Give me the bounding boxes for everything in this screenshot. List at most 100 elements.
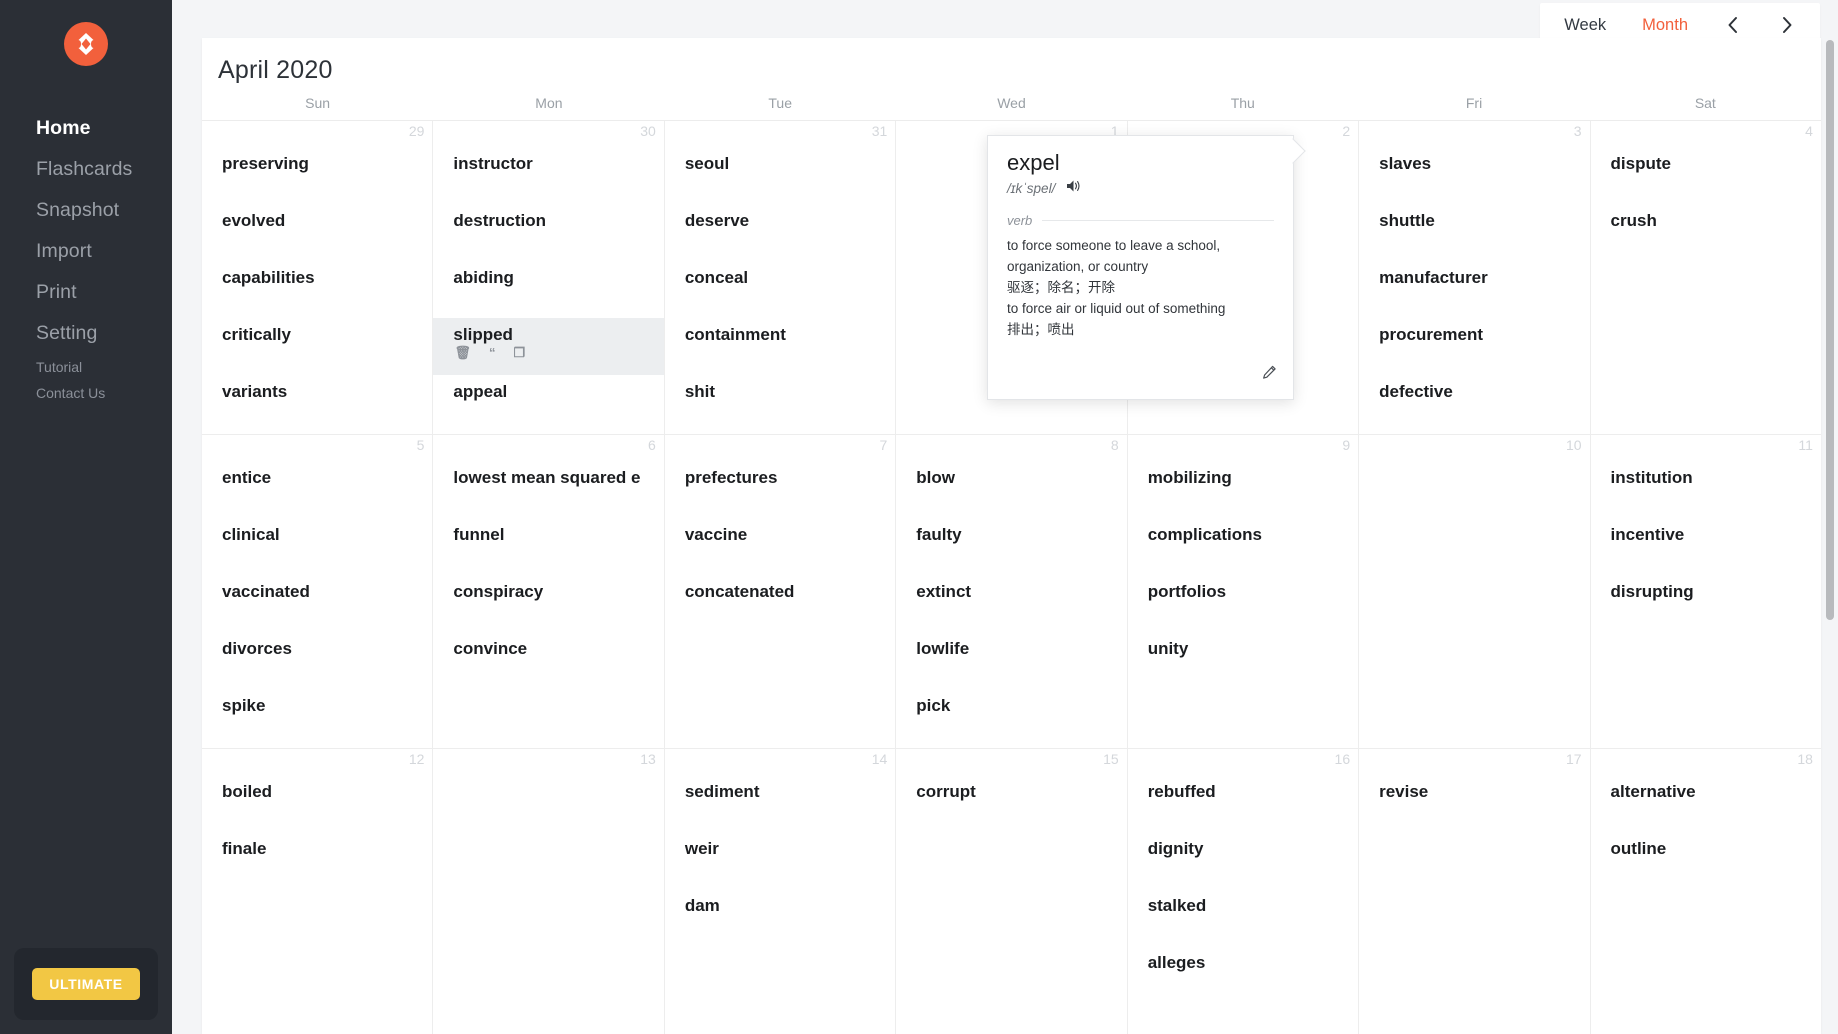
calendar-day-cell[interactable]: 3 slaves shuttle manufacturer procurement def… xyxy=(1359,121,1591,434)
word-item[interactable]: procurement xyxy=(1359,318,1589,375)
calendar-day-cell[interactable]: 5 entice clinical vaccinated divorces spike xyxy=(202,435,434,748)
word-item[interactable]: lowest mean squared e xyxy=(433,461,663,518)
word-item[interactable]: pick xyxy=(896,689,1126,746)
word-item[interactable]: entice xyxy=(202,461,432,518)
word-item[interactable]: unity xyxy=(1128,632,1358,689)
speaker-icon[interactable] xyxy=(1066,179,1082,198)
word-item[interactable]: containment xyxy=(665,318,895,375)
word-item[interactable]: critically xyxy=(202,318,432,375)
word-item[interactable]: seoul xyxy=(665,147,895,204)
sidebar-item-print[interactable]: Print xyxy=(0,272,172,313)
word-item[interactable]: extinct xyxy=(896,575,1126,632)
word-item[interactable]: crush xyxy=(1591,204,1821,261)
calendar-day-cell[interactable]: 30 instructor destruction abiding slipped 🗑 “❐… xyxy=(433,121,665,434)
word-item[interactable]: blow xyxy=(896,461,1126,518)
calendar-day-cell[interactable]: 14 sediment weir dam xyxy=(665,749,897,1034)
word-item[interactable]: defective xyxy=(1359,375,1589,432)
calendar-day-cell[interactable]: 17 revise xyxy=(1359,749,1591,1034)
calendar-day-cell[interactable]: 10 xyxy=(1359,435,1591,748)
word-item[interactable]: variants xyxy=(202,375,432,432)
word-item[interactable]: dispute xyxy=(1591,147,1821,204)
word-item[interactable]: mobilizing xyxy=(1128,461,1358,518)
quote-icon[interactable]: “ xyxy=(489,346,496,359)
word-item[interactable]: capabilities xyxy=(202,261,432,318)
word-item[interactable]: evolved xyxy=(202,204,432,261)
word-item[interactable]: boiled xyxy=(202,775,432,832)
word-item[interactable]: prefectures xyxy=(665,461,895,518)
word-item[interactable]: lowlife xyxy=(896,632,1126,689)
sidebar-item-home[interactable]: Home xyxy=(0,108,172,149)
trash-icon[interactable]: 🗑 xyxy=(454,346,471,359)
word-label: conspiracy xyxy=(453,582,544,601)
word-item[interactable]: disrupting xyxy=(1591,575,1821,632)
calendar-day-cell[interactable]: 12 boiled finale xyxy=(202,749,434,1034)
word-item[interactable]: faulty xyxy=(896,518,1126,575)
word-item[interactable]: preserving xyxy=(202,147,432,204)
word-label: outline xyxy=(1610,839,1667,858)
word-item[interactable]: finale xyxy=(202,832,432,889)
word-item[interactable]: clinical xyxy=(202,518,432,575)
sidebar-item-contact-us[interactable]: Contact Us xyxy=(0,380,172,406)
word-item[interactable]: revise xyxy=(1359,775,1589,832)
word-item[interactable]: spike xyxy=(202,689,432,746)
vertical-scrollbar[interactable] xyxy=(1826,40,1834,1034)
word-item[interactable]: alternative xyxy=(1591,775,1821,832)
word-item[interactable]: sediment xyxy=(665,775,895,832)
word-item[interactable]: concatenated xyxy=(665,575,895,632)
day-number: 4 xyxy=(1805,123,1813,139)
word-item[interactable]: incentive xyxy=(1591,518,1821,575)
calendar-day-cell[interactable]: 18 alternative outline xyxy=(1591,749,1821,1034)
word-item[interactable]: weir xyxy=(665,832,895,889)
word-item[interactable]: conceal xyxy=(665,261,895,318)
word-item[interactable]: conspiracy xyxy=(433,575,663,632)
calendar-day-cell[interactable]: 15 corrupt xyxy=(896,749,1128,1034)
word-item[interactable]: deserve xyxy=(665,204,895,261)
sidebar: Home Flashcards Snapshot Import Print Se… xyxy=(0,0,172,1034)
sidebar-item-flashcards[interactable]: Flashcards xyxy=(0,149,172,190)
calendar-day-cell[interactable]: 9 mobilizing complications portfolios unity xyxy=(1128,435,1360,748)
word-item[interactable]: dam xyxy=(665,889,895,946)
word-item[interactable]: manufacturer xyxy=(1359,261,1589,318)
word-item[interactable]: stalked xyxy=(1128,889,1358,946)
sidebar-item-import[interactable]: Import xyxy=(0,231,172,272)
word-item[interactable]: vaccine xyxy=(665,518,895,575)
copy-icon[interactable]: ❐ xyxy=(513,346,525,359)
word-item[interactable]: destruction xyxy=(433,204,663,261)
calendar-day-cell[interactable]: 6 lowest mean squared e funnel conspiracy co… xyxy=(433,435,665,748)
word-item[interactable]: instructor xyxy=(433,147,663,204)
word-item[interactable]: vaccinated xyxy=(202,575,432,632)
word-item[interactable]: alleges xyxy=(1128,946,1358,1003)
pencil-icon[interactable] xyxy=(1262,365,1277,385)
calendar-day-cell[interactable]: 16 rebuffed dignity stalked alleges xyxy=(1128,749,1360,1034)
scrollbar-thumb[interactable] xyxy=(1826,40,1834,620)
word-item[interactable]: appeal xyxy=(433,375,663,432)
word-item[interactable]: complications xyxy=(1128,518,1358,575)
app-logo-icon[interactable] xyxy=(64,22,108,66)
word-item-selected[interactable]: slipped 🗑 “❐ xyxy=(433,318,664,375)
ultimate-button[interactable]: ULTIMATE xyxy=(32,968,140,1000)
word-item[interactable]: outline xyxy=(1591,832,1821,889)
calendar-day-cell[interactable]: 11 institution incentive disrupting xyxy=(1591,435,1821,748)
sidebar-item-setting[interactable]: Setting xyxy=(0,313,172,354)
word-item[interactable]: portfolios xyxy=(1128,575,1358,632)
calendar-day-cell[interactable]: 13 xyxy=(433,749,665,1034)
word-item[interactable]: slaves xyxy=(1359,147,1589,204)
calendar-day-cell[interactable]: 29 preserving evolved capabilities criticall… xyxy=(202,121,434,434)
word-item[interactable]: impending xyxy=(433,432,663,434)
sidebar-item-tutorial[interactable]: Tutorial xyxy=(0,354,172,380)
calendar-day-cell[interactable]: 31 seoul deserve conceal containment shit xyxy=(665,121,897,434)
calendar-day-cell[interactable]: 4 dispute crush xyxy=(1591,121,1821,434)
word-item[interactable]: rebuffed xyxy=(1128,775,1358,832)
word-item[interactable]: abiding xyxy=(433,261,663,318)
calendar-day-cell[interactable]: 7 prefectures vaccine concatenated xyxy=(665,435,897,748)
calendar-day-cell[interactable]: 8 blow faulty extinct lowlife pick xyxy=(896,435,1128,748)
word-item[interactable]: shit xyxy=(665,375,895,432)
sidebar-item-snapshot[interactable]: Snapshot xyxy=(0,190,172,231)
word-item[interactable]: funnel xyxy=(433,518,663,575)
word-item[interactable]: corrupt xyxy=(896,775,1126,832)
word-item[interactable]: dignity xyxy=(1128,832,1358,889)
word-item[interactable]: shuttle xyxy=(1359,204,1589,261)
word-item[interactable]: convince xyxy=(433,632,663,689)
word-item[interactable]: institution xyxy=(1591,461,1821,518)
word-item[interactable]: divorces xyxy=(202,632,432,689)
